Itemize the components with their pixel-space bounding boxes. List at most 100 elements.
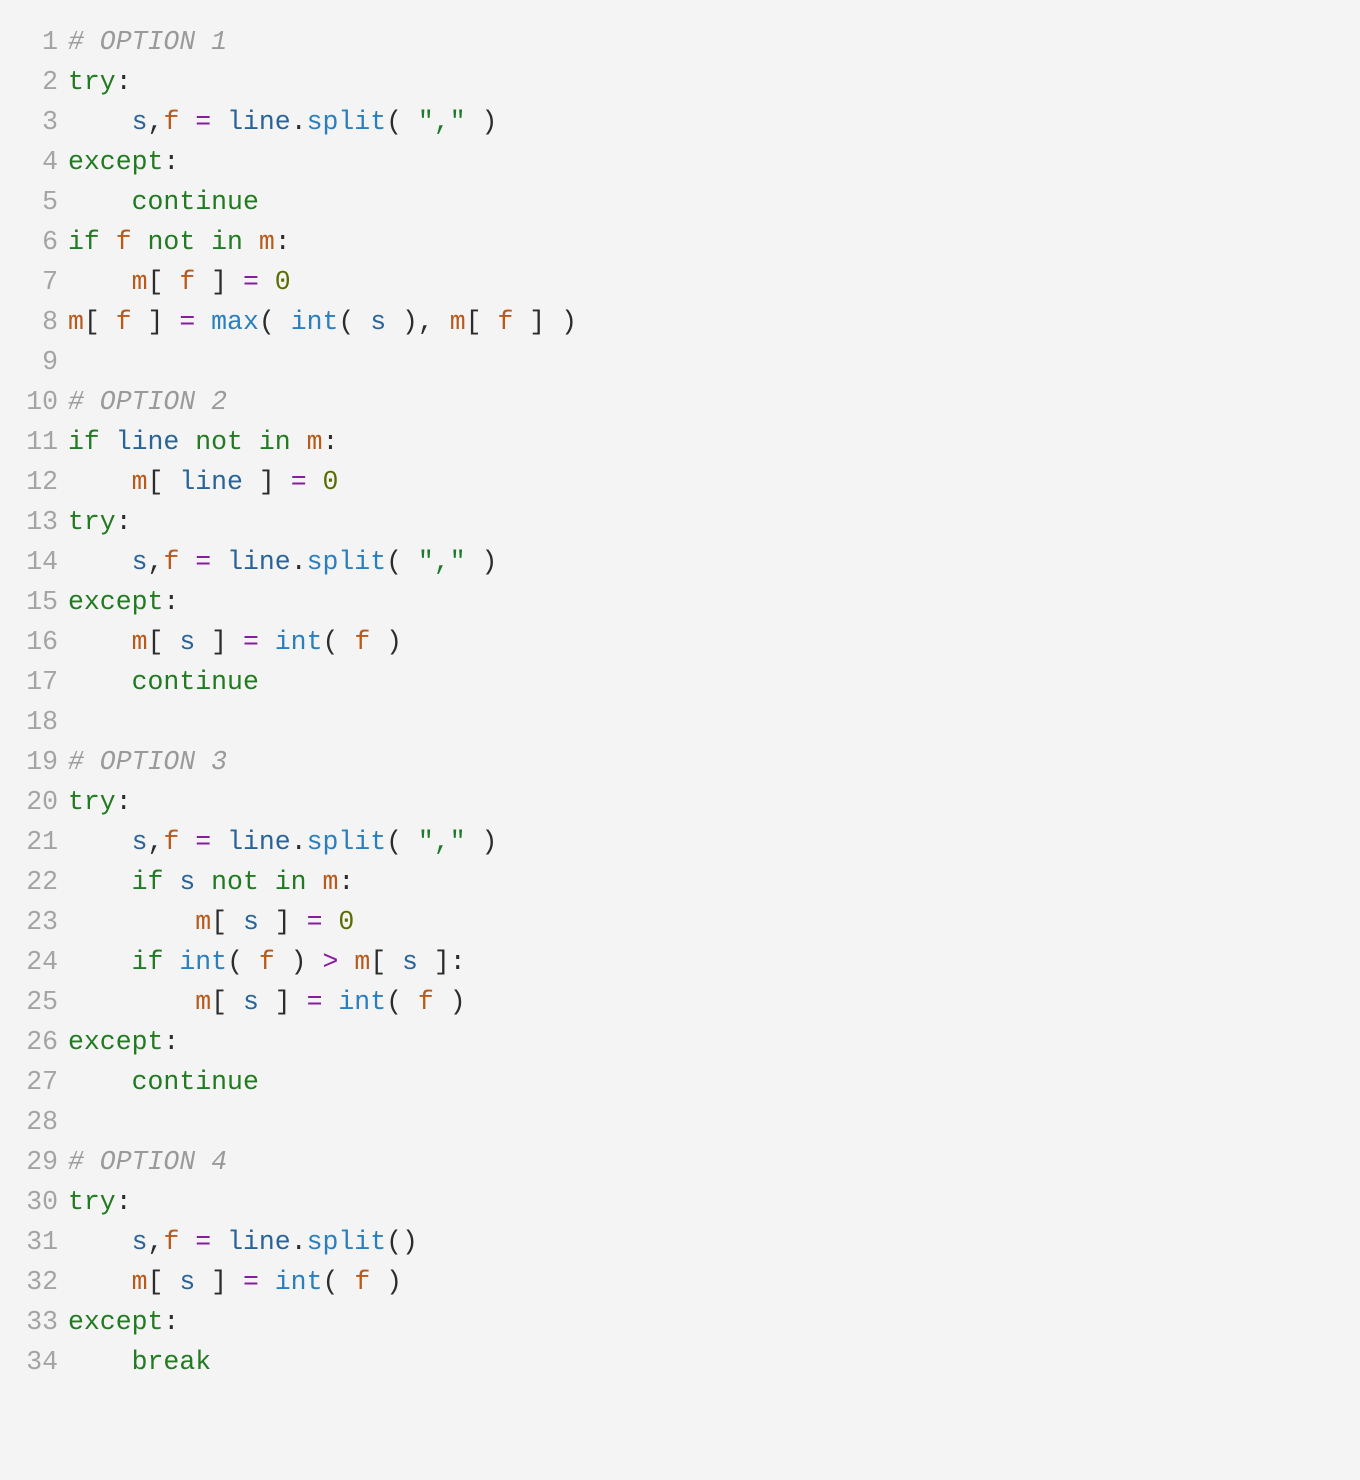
token: : <box>163 1307 179 1337</box>
token: m <box>450 307 466 337</box>
token: ] <box>259 907 307 937</box>
token: f <box>354 1267 370 1297</box>
token: m <box>132 267 148 297</box>
token: ( <box>323 627 355 657</box>
line-content: m[ f ] = 0 <box>68 262 291 302</box>
code-line: 27 continue <box>18 1062 1342 1102</box>
token: f <box>354 627 370 657</box>
token: [ <box>211 987 243 1017</box>
code-line: 25 m[ s ] = int( f ) <box>18 982 1342 1022</box>
line-number: 2 <box>18 62 58 102</box>
token: [ <box>148 1267 180 1297</box>
token: split <box>307 1227 387 1257</box>
line-number: 25 <box>18 982 58 1022</box>
line-content: m[ s ] = int( f ) <box>68 1262 402 1302</box>
token: ) <box>434 987 466 1017</box>
line-number: 21 <box>18 822 58 862</box>
code-line: 6if f not in m: <box>18 222 1342 262</box>
line-content: continue <box>68 662 259 702</box>
line-number: 5 <box>18 182 58 222</box>
token <box>259 1267 275 1297</box>
token <box>68 1067 132 1097</box>
code-line: 19# OPTION 3 <box>18 742 1342 782</box>
token: : <box>338 867 354 897</box>
token <box>211 547 227 577</box>
token: ] ) <box>513 307 577 337</box>
token: m <box>132 1267 148 1297</box>
token: = <box>179 307 195 337</box>
token: ] <box>195 627 243 657</box>
token <box>307 467 323 497</box>
line-content: except: <box>68 142 179 182</box>
code-line: 26except: <box>18 1022 1342 1062</box>
token: not in <box>211 867 306 897</box>
token: int <box>338 987 386 1017</box>
token <box>132 227 148 257</box>
line-number: 33 <box>18 1302 58 1342</box>
token <box>68 1267 132 1297</box>
token: m <box>354 947 370 977</box>
code-block: 1# OPTION 12try:3 s,f = line.split( "," … <box>0 0 1360 1404</box>
token: if <box>68 427 100 457</box>
token <box>68 627 132 657</box>
token: . <box>291 107 307 137</box>
token: m <box>259 227 275 257</box>
token: ( <box>323 1267 355 1297</box>
token <box>179 1227 195 1257</box>
line-content: m[ s ] = 0 <box>68 902 354 942</box>
token <box>68 467 132 497</box>
code-line: 12 m[ line ] = 0 <box>18 462 1342 502</box>
token: [ <box>148 627 180 657</box>
token: [ <box>84 307 116 337</box>
token: except <box>68 587 163 617</box>
token <box>179 427 195 457</box>
token <box>68 107 132 137</box>
token: [ <box>148 467 180 497</box>
token: () <box>386 1227 418 1257</box>
token <box>211 827 227 857</box>
line-content: m[ s ] = int( f ) <box>68 982 466 1022</box>
code-line: 15except: <box>18 582 1342 622</box>
line-content: try: <box>68 502 132 542</box>
token: ( <box>259 307 291 337</box>
token: = <box>195 1227 211 1257</box>
token: : <box>275 227 291 257</box>
token: try <box>68 787 116 817</box>
token: [ <box>370 947 402 977</box>
token: continue <box>132 1067 259 1097</box>
line-content: # OPTION 3 <box>68 742 227 782</box>
token <box>68 867 132 897</box>
line-content: except: <box>68 582 179 622</box>
token: m <box>195 907 211 937</box>
token: m <box>132 467 148 497</box>
line-content: if s not in m: <box>68 862 354 902</box>
line-number: 4 <box>18 142 58 182</box>
code-line: 22 if s not in m: <box>18 862 1342 902</box>
token: : <box>163 147 179 177</box>
code-line: 9 <box>18 342 1342 382</box>
token <box>100 227 116 257</box>
token: ( <box>386 987 418 1017</box>
token: if <box>132 867 164 897</box>
token: 0 <box>338 907 354 937</box>
token: ] <box>243 467 291 497</box>
code-line: 8m[ f ] = max( int( s ), m[ f ] ) <box>18 302 1342 342</box>
line-content: s,f = line.split() <box>68 1222 418 1262</box>
token: = <box>195 827 211 857</box>
token: = <box>307 987 323 1017</box>
token: s <box>370 307 386 337</box>
code-line: 20try: <box>18 782 1342 822</box>
line-number: 32 <box>18 1262 58 1302</box>
code-line: 1# OPTION 1 <box>18 22 1342 62</box>
token: # OPTION 1 <box>68 27 227 57</box>
token: : <box>116 1187 132 1217</box>
token: = <box>195 547 211 577</box>
token <box>163 867 179 897</box>
token: ] <box>259 987 307 1017</box>
token <box>68 1347 132 1377</box>
token: max <box>211 307 259 337</box>
token: , <box>148 107 164 137</box>
code-line: 2try: <box>18 62 1342 102</box>
line-number: 34 <box>18 1342 58 1382</box>
code-line: 5 continue <box>18 182 1342 222</box>
